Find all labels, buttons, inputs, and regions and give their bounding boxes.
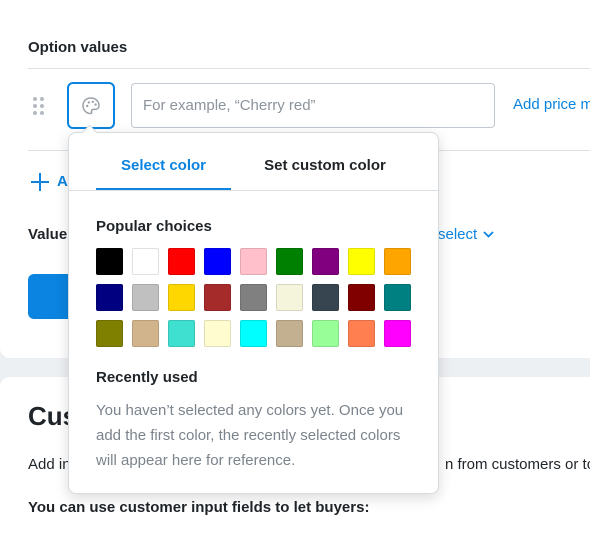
tab-set-custom-color[interactable]: Set custom color	[249, 157, 401, 174]
color-swatch[interactable]	[168, 320, 195, 347]
palette-icon	[82, 96, 100, 114]
color-swatch-grid	[96, 248, 411, 347]
recently-used-heading: Recently used	[96, 369, 198, 386]
popular-choices-heading: Popular choices	[96, 218, 212, 235]
color-swatch[interactable]	[240, 248, 267, 275]
drag-handle-icon[interactable]	[33, 97, 45, 117]
color-swatch[interactable]	[132, 320, 159, 347]
section-title: Option values	[28, 39, 128, 56]
color-swatch[interactable]	[384, 248, 411, 275]
color-swatch[interactable]	[96, 248, 123, 275]
color-swatch[interactable]	[168, 284, 195, 311]
description-text: Add in	[28, 456, 71, 473]
select-link-label: select	[438, 226, 478, 243]
add-price-link[interactable]: Add price m	[513, 96, 590, 113]
customer-input-lead: You can use customer input fields to let…	[28, 499, 370, 516]
color-swatch[interactable]	[384, 284, 411, 311]
color-picker-tabs: Select color Set custom color	[69, 133, 438, 191]
color-swatch[interactable]	[348, 248, 375, 275]
color-swatch[interactable]	[240, 284, 267, 311]
color-swatch[interactable]	[96, 320, 123, 347]
add-value-link[interactable]: A	[57, 173, 68, 190]
color-picker-popover: Select color Set custom color Popular ch…	[68, 124, 439, 494]
color-swatch[interactable]	[312, 284, 339, 311]
color-swatch[interactable]	[96, 284, 123, 311]
color-swatch-button[interactable]	[67, 82, 115, 129]
value-label: Value	[28, 226, 68, 243]
plus-icon[interactable]	[30, 172, 50, 192]
active-tab-indicator	[96, 188, 231, 190]
color-swatch[interactable]	[132, 248, 159, 275]
color-swatch[interactable]	[168, 248, 195, 275]
color-swatch[interactable]	[348, 320, 375, 347]
color-swatch[interactable]	[312, 248, 339, 275]
color-swatch[interactable]	[204, 284, 231, 311]
select-dropdown-link[interactable]: select	[438, 226, 494, 243]
divider	[28, 68, 590, 69]
color-swatch[interactable]	[348, 284, 375, 311]
recently-used-empty-text: You haven’t selected any colors yet. Onc…	[96, 402, 404, 469]
color-swatch[interactable]	[276, 320, 303, 347]
color-swatch[interactable]	[204, 248, 231, 275]
description-text-tail: n from customers or to	[445, 456, 590, 473]
chevron-down-icon	[483, 231, 494, 238]
color-swatch[interactable]	[276, 284, 303, 311]
color-swatch[interactable]	[204, 320, 231, 347]
color-swatch[interactable]	[312, 320, 339, 347]
color-swatch[interactable]	[132, 284, 159, 311]
option-value-input[interactable]	[131, 83, 495, 128]
color-swatch[interactable]	[276, 248, 303, 275]
tab-select-color[interactable]: Select color	[96, 157, 231, 174]
color-swatch[interactable]	[384, 320, 411, 347]
color-swatch[interactable]	[240, 320, 267, 347]
